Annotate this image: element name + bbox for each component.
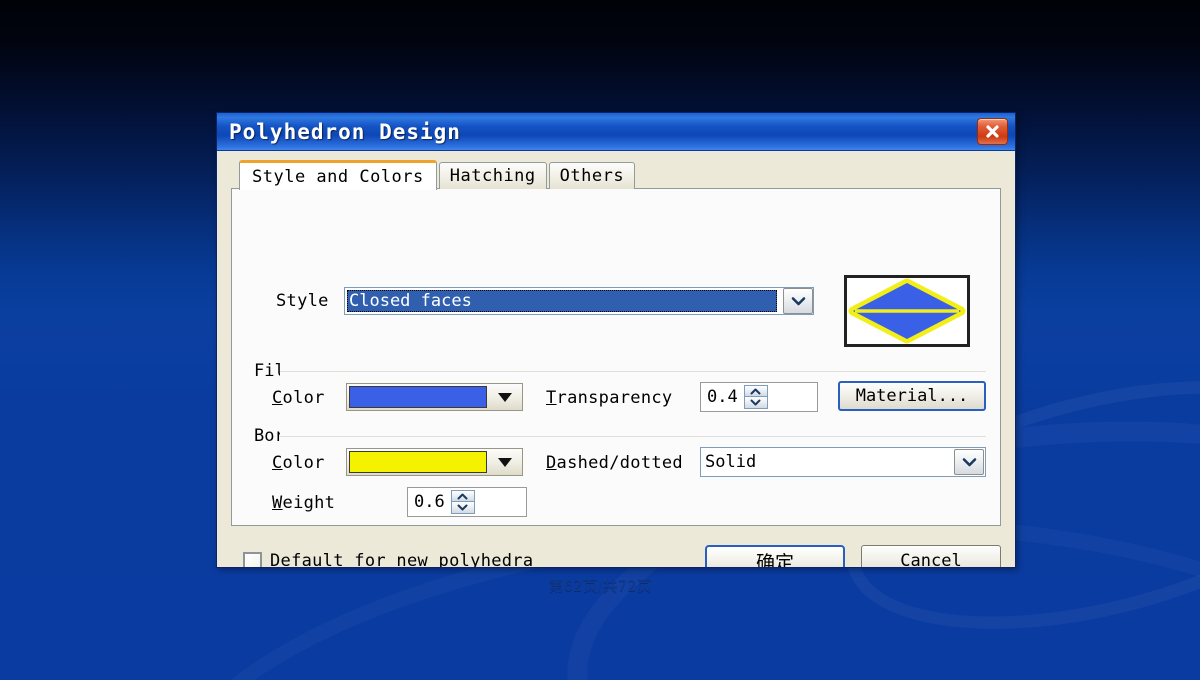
style-combo-value: Closed faces bbox=[347, 290, 777, 312]
triangle-down-icon[interactable] bbox=[490, 385, 520, 409]
border-color-swatch[interactable] bbox=[349, 451, 487, 473]
dialog-titlebar: Polyhedron Design bbox=[217, 113, 1015, 151]
border-color-picker[interactable] bbox=[346, 448, 523, 476]
tabstrip: Style and Colors Hatching Others bbox=[231, 160, 1001, 190]
dialog-title: Polyhedron Design bbox=[229, 119, 461, 144]
ok-button-label: 确定 bbox=[755, 551, 794, 568]
stepper-buttons bbox=[743, 385, 768, 409]
dialog-body: Style and Colors Hatching Others Style C… bbox=[217, 151, 1015, 567]
dashed-dotted-label: Dashed/dotted bbox=[546, 453, 683, 473]
tab-hatching[interactable]: Hatching bbox=[438, 162, 547, 189]
material-button[interactable]: Material... bbox=[838, 381, 986, 411]
border-color-label: Color bbox=[272, 453, 325, 473]
tab-label: Others bbox=[559, 166, 625, 186]
border-group-label: Border bbox=[250, 426, 280, 446]
fill-color-swatch[interactable] bbox=[349, 386, 487, 408]
default-checkbox-label: Default for new polyhedra bbox=[270, 551, 534, 568]
fill-group-label: Fill bbox=[250, 361, 280, 381]
tab-panel-style-and-colors: Style Closed faces Fi Color Transparency… bbox=[231, 188, 1001, 526]
group-divider bbox=[278, 436, 986, 437]
chevron-down-icon[interactable] bbox=[450, 502, 475, 514]
close-icon[interactable] bbox=[977, 118, 1008, 145]
group-divider bbox=[278, 371, 986, 372]
material-button-label: Material... bbox=[855, 386, 969, 406]
tab-label: Style and Colors bbox=[252, 166, 424, 187]
default-for-new-polyhedra-checkbox[interactable]: Default for new polyhedra bbox=[243, 551, 534, 568]
style-label: Style bbox=[276, 291, 329, 311]
transparency-label: Transparency bbox=[546, 388, 673, 408]
weight-value[interactable]: 0.6 bbox=[408, 488, 451, 516]
ok-button[interactable]: 确定 bbox=[705, 545, 845, 568]
weight-label: Weight bbox=[272, 493, 336, 513]
dashed-dotted-combo[interactable]: Solid bbox=[700, 447, 986, 477]
tab-label: Hatching bbox=[449, 166, 536, 186]
tab-style-and-colors[interactable]: Style and Colors bbox=[239, 160, 437, 190]
chevron-up-icon[interactable] bbox=[743, 385, 768, 397]
footer-buttons: 确定 Cancel bbox=[705, 545, 1001, 568]
page-indicator: 第62页/共72页 bbox=[548, 577, 652, 595]
chevron-down-icon[interactable] bbox=[743, 397, 768, 409]
weight-stepper[interactable]: 0.6 bbox=[407, 487, 527, 517]
tab-others[interactable]: Others bbox=[548, 162, 636, 189]
checkbox-box[interactable] bbox=[243, 551, 262, 567]
fill-color-label: Color bbox=[272, 388, 325, 408]
slide-background: Polyhedron Design Style and Colors Hatch… bbox=[0, 0, 1200, 680]
chevron-down-icon[interactable] bbox=[954, 449, 984, 475]
cancel-button[interactable]: Cancel bbox=[861, 545, 1001, 568]
fill-color-picker[interactable] bbox=[346, 383, 523, 411]
chevron-down-icon[interactable] bbox=[783, 288, 813, 314]
chevron-up-icon[interactable] bbox=[450, 490, 475, 502]
polyhedron-design-dialog: Polyhedron Design Style and Colors Hatch… bbox=[216, 112, 1016, 568]
dashed-dotted-value: Solid bbox=[705, 452, 757, 472]
polyhedron-preview bbox=[844, 275, 970, 347]
cancel-button-label: Cancel bbox=[900, 551, 962, 568]
triangle-down-icon[interactable] bbox=[490, 450, 520, 474]
stepper-buttons bbox=[450, 490, 475, 514]
style-combo[interactable]: Closed faces bbox=[344, 287, 814, 315]
transparency-value[interactable]: 0.4 bbox=[701, 383, 744, 411]
transparency-stepper[interactable]: 0.4 bbox=[700, 382, 818, 412]
